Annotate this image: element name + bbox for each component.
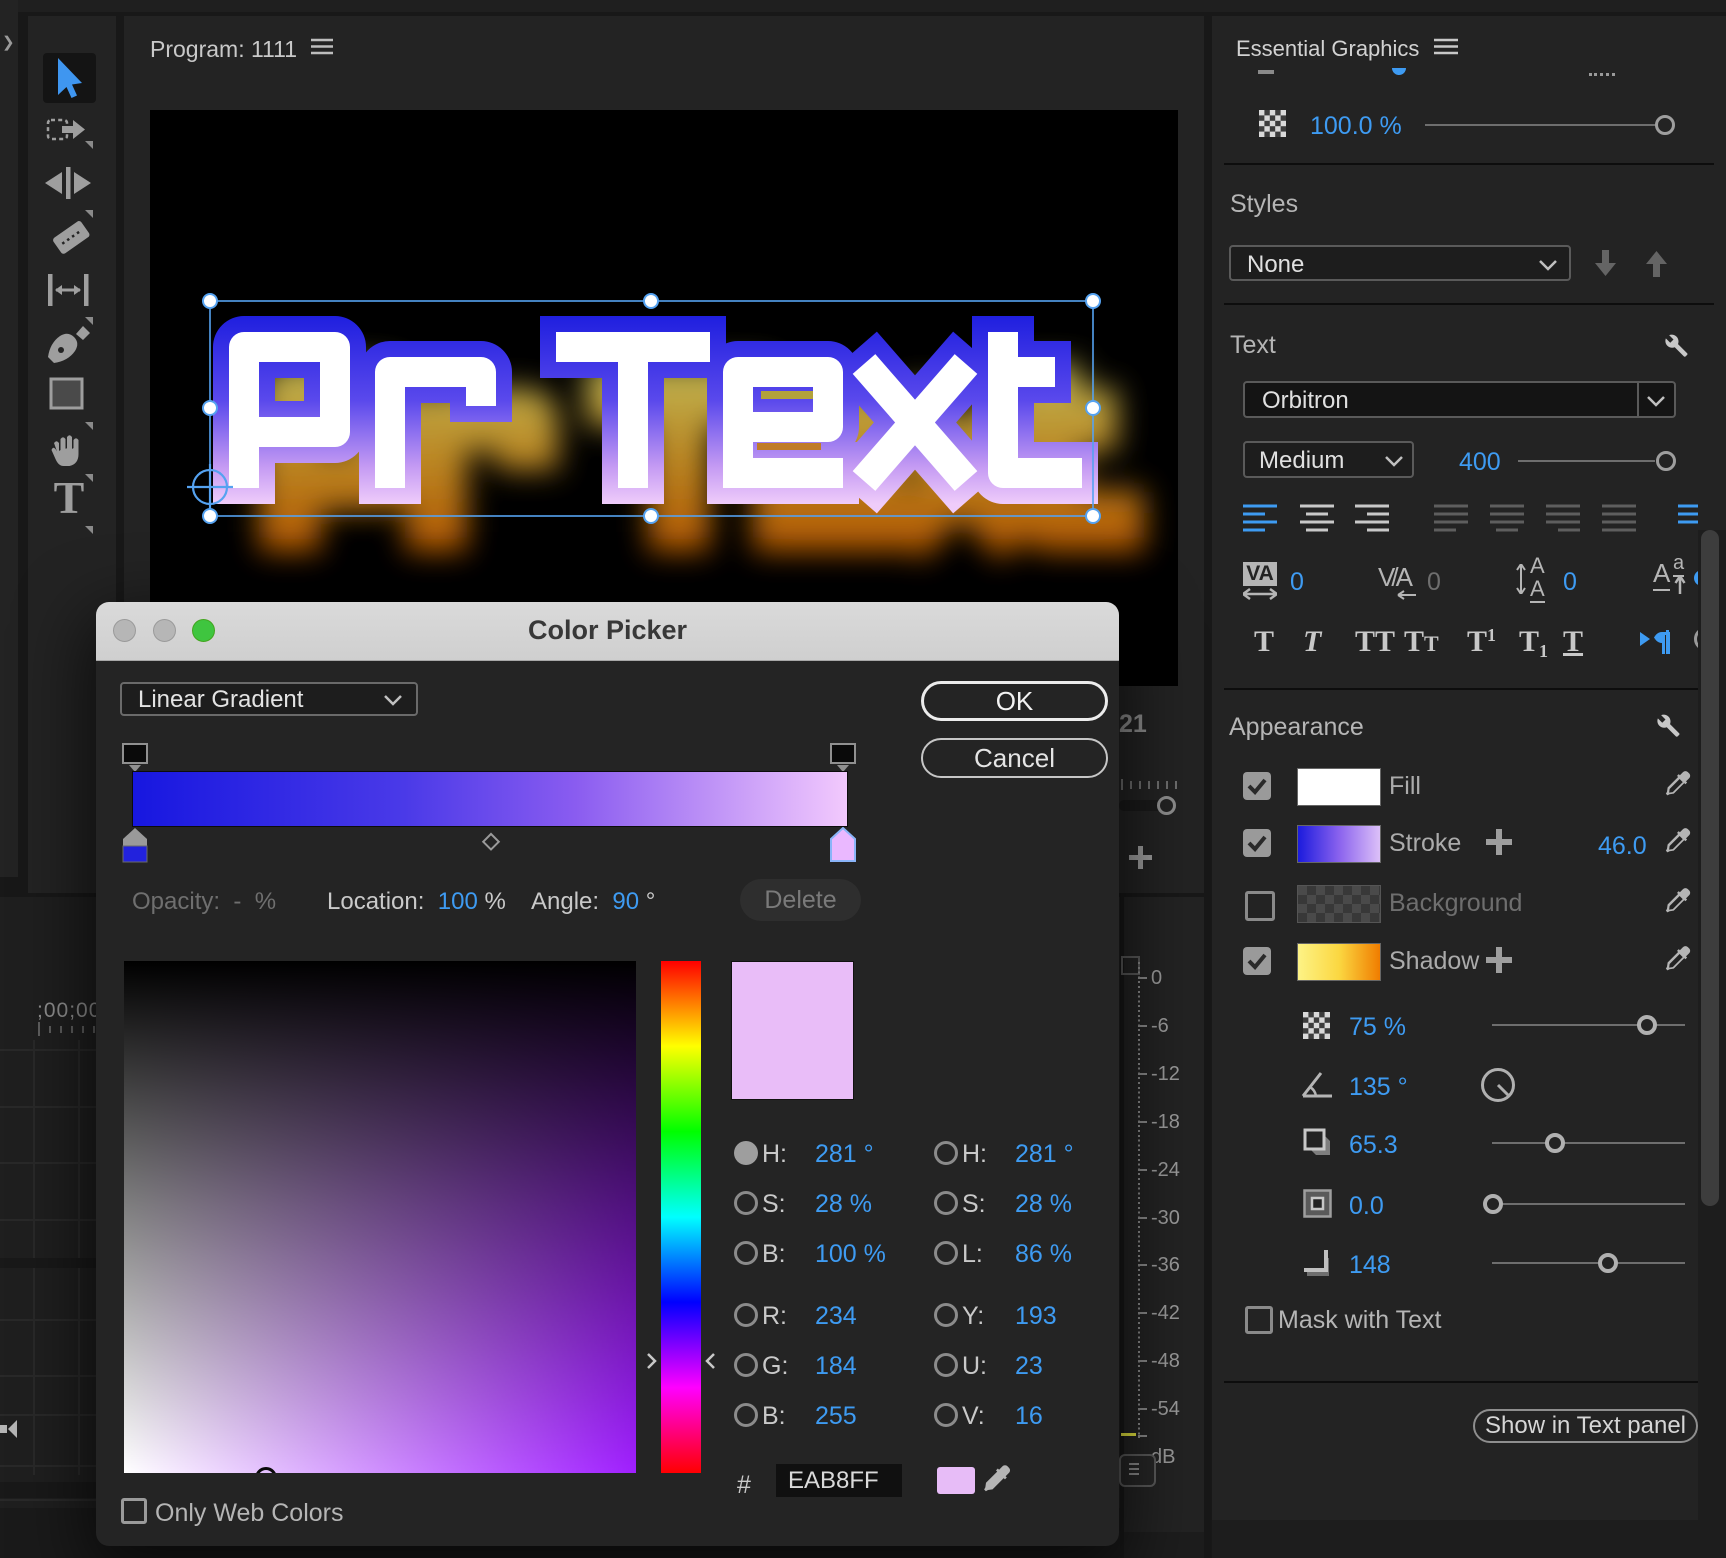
svg-text:T: T (54, 472, 85, 523)
